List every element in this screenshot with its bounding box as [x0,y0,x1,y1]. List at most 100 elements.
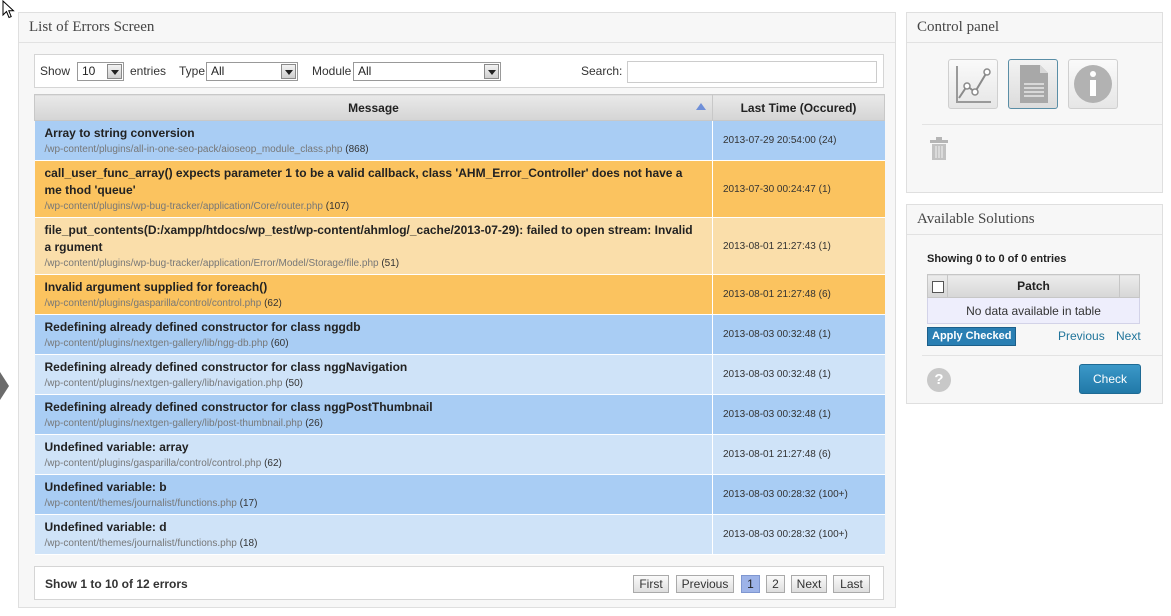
error-last-time: 2013-08-03 00:28:32 (100+) [712,514,885,555]
pagination-page-1[interactable]: 1 [741,575,760,593]
error-line: (62) [264,457,282,469]
module-select[interactable]: All [353,62,501,81]
solutions-previous-link[interactable]: Previous [1058,329,1105,343]
column-header-message[interactable]: Message [34,94,713,121]
table-row[interactable]: Redefining already defined constructor f… [34,314,885,355]
chart-icon[interactable] [948,59,998,109]
error-line: (868) [345,143,369,155]
search-input[interactable] [627,61,877,83]
solutions-next-link[interactable]: Next [1116,329,1141,343]
table-info: Show 1 to 10 of 12 errors [45,577,188,591]
show-label: Show [40,64,71,78]
pagination-first-button[interactable]: First [633,575,669,593]
error-line: (60) [270,337,289,349]
error-path: /wp-content/plugins/nextgen-gallery/lib/… [44,337,268,349]
table-row[interactable]: Undefined variable: b /wp-content/themes… [34,474,885,515]
errors-panel-title: List of Errors Screen [19,13,895,43]
pagination-page-2[interactable]: 2 [766,575,785,593]
column-header-patch[interactable]: Patch [947,274,1120,298]
error-last-time: 2013-07-29 20:54:00 (24) [712,120,885,161]
sort-ascending-icon[interactable] [696,103,706,110]
error-line: (50) [285,377,304,389]
error-path: /wp-content/plugins/gasparilla/control/c… [44,297,262,309]
search-label: Search: [581,64,623,78]
type-select[interactable]: All [206,62,298,81]
document-icon[interactable] [1008,59,1058,109]
solutions-info: Showing 0 to 0 of 0 entries [927,253,1067,265]
collapse-arrow-icon[interactable] [0,372,9,400]
column-header-last-time[interactable]: Last Time (Occured) [712,94,885,121]
table-row[interactable]: Redefining already defined constructor f… [34,354,885,395]
solutions-panel-title: Available Solutions [907,205,1162,235]
mouse-cursor-icon [2,0,15,19]
error-path: /wp-content/plugins/wp-bug-tracker/appli… [44,200,324,212]
error-path: /wp-content/themes/journalist/functions.… [44,537,237,549]
error-last-time: 2013-08-03 00:32:48 (1) [712,354,885,395]
table-row[interactable]: Redefining already defined constructor f… [34,394,885,435]
pagination-last-button[interactable]: Last [833,575,870,593]
error-path: /wp-content/plugins/all-in-one-seo-pack/… [44,143,343,155]
error-path: /wp-content/plugins/nextgen-gallery/lib/… [44,377,283,389]
table-row[interactable]: Undefined variable: array /wp-content/pl… [34,434,885,475]
error-last-time: 2013-08-01 21:27:48 (6) [712,434,885,475]
divider [922,355,1162,356]
error-last-time: 2013-08-01 21:27:48 (6) [712,274,885,315]
error-message: Redefining already defined constructor f… [44,359,408,374]
table-row[interactable]: Array to string conversion /wp-content/p… [34,120,885,161]
error-line: (107) [325,200,350,212]
info-icon[interactable] [1068,59,1118,109]
table-footer: Show 1 to 10 of 12 errors First Previous… [34,566,884,600]
type-select-value: All [211,64,225,78]
error-message: file_put_contents(D:/xampp/htdocs/wp_tes… [44,222,693,254]
chevron-down-icon[interactable] [484,64,499,79]
error-last-time: 2013-08-03 00:32:48 (1) [712,314,885,355]
error-last-time: 2013-08-01 21:27:43 (1) [712,217,885,275]
entries-select-value: 10 [82,64,96,78]
table-row[interactable]: file_put_contents(D:/xampp/htdocs/wp_tes… [34,217,885,275]
control-panel-title: Control panel [907,13,1162,43]
error-last-time: 2013-08-03 00:32:48 (1) [712,394,885,435]
error-line: (62) [264,297,282,309]
error-message: Undefined variable: b [44,479,167,494]
error-line: (17) [239,497,258,509]
select-all-checkbox[interactable] [931,280,944,293]
errors-panel: List of Errors Screen Show 10 entries Ty… [18,12,896,608]
trash-icon[interactable] [929,137,949,161]
error-path: /wp-content/plugins/wp-bug-tracker/appli… [44,257,379,269]
error-message: Undefined variable: d [44,519,167,534]
solutions-table: Patch No data available in table [927,274,1140,324]
error-line: (51) [381,257,400,269]
chevron-down-icon[interactable] [107,64,122,79]
error-last-time: 2013-08-03 00:28:32 (100+) [712,474,885,515]
table-controls: Show 10 entries Type All Module All Sear… [34,54,884,88]
column-header-message-label: Message [348,100,399,115]
select-all-cell[interactable] [927,274,948,298]
module-select-value: All [358,64,372,78]
help-icon[interactable]: ? [927,368,951,392]
chevron-down-icon[interactable] [281,64,296,79]
error-message: Array to string conversion [44,125,195,140]
table-row[interactable]: Undefined variable: d /wp-content/themes… [34,514,885,555]
column-header-spacer [1119,274,1140,298]
error-path: /wp-content/plugins/nextgen-gallery/lib/… [44,417,303,429]
empty-table-message: No data available in table [927,297,1140,324]
pagination-previous-button[interactable]: Previous [676,575,734,593]
errors-table: Message Last Time (Occured) Array to str… [34,94,885,555]
table-row[interactable]: Invalid argument supplied for foreach() … [34,274,885,315]
control-panel: Control panel [906,12,1163,193]
pagination-next-button[interactable]: Next [791,575,827,593]
entries-label: entries [130,64,167,78]
table-row[interactable]: call_user_func_array() expects parameter… [34,160,885,218]
error-line: (26) [305,417,324,429]
error-line: (18) [239,537,258,549]
error-path: /wp-content/plugins/gasparilla/control/c… [44,457,262,469]
error-message: call_user_func_array() expects parameter… [44,165,683,197]
error-last-time: 2013-07-30 00:24:47 (1) [712,160,885,218]
divider [922,124,1162,125]
module-label: Module [312,64,352,78]
error-message: Undefined variable: array [44,439,189,454]
entries-select[interactable]: 10 [77,62,124,81]
solutions-panel: Available Solutions Showing 0 to 0 of 0 … [906,204,1163,404]
apply-checked-button[interactable]: Apply Checked [927,327,1017,346]
check-button[interactable]: Check [1079,364,1141,394]
